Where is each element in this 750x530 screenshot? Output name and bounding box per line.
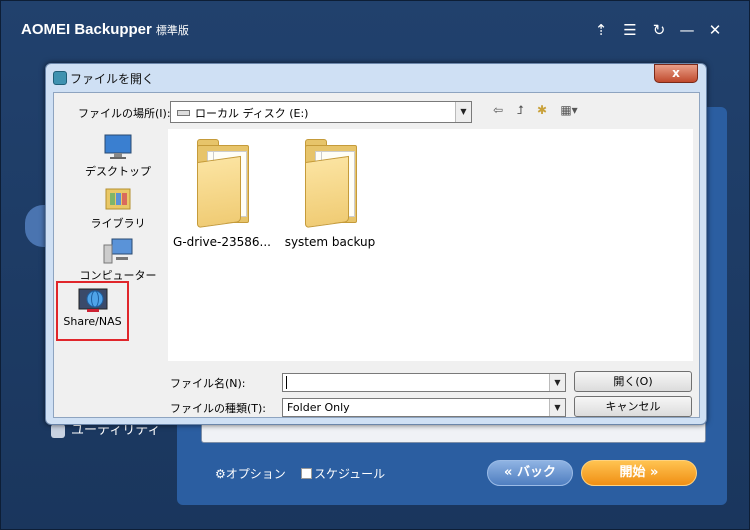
gear-icon: ⚙	[215, 467, 226, 481]
place-share-nas[interactable]: Share/NAS	[56, 281, 129, 341]
chevron-down-icon[interactable]: ▼	[455, 102, 471, 122]
options-link[interactable]: ⚙オプション	[215, 465, 286, 482]
file-item[interactable]: system backup	[278, 137, 382, 249]
location-label: ファイルの場所(I):	[78, 107, 171, 120]
schedule-checkbox[interactable]: スケジュール	[301, 465, 385, 482]
close-icon[interactable]: ✕	[705, 19, 725, 41]
dialog-body: ファイルの場所(I): ローカル ディスク (E:) ▼ ⇦ ⮥ ✱ ▦▾ デス…	[53, 92, 700, 418]
location-dropdown[interactable]: ローカル ディスク (E:) ▼	[170, 101, 472, 123]
library-icon	[105, 188, 131, 210]
menu-icon[interactable]: ☰	[620, 19, 640, 41]
dialog-title: ファイルを開く	[70, 72, 155, 86]
dialog-app-icon	[53, 71, 67, 85]
file-list: G-drive-23586... system backup	[168, 129, 693, 361]
back-button[interactable]: « バック	[487, 460, 573, 486]
back-arrow-icon[interactable]: ⇦	[490, 102, 506, 118]
up-folder-icon[interactable]: ⮥	[512, 102, 528, 118]
app-title: AOMEI Backupper 標準版	[21, 21, 189, 38]
dialog-close-button[interactable]: x	[654, 64, 698, 83]
filetype-dropdown[interactable]: Folder Only ▼	[282, 398, 566, 417]
open-file-dialog: ファイルを開く x ファイルの場所(I): ローカル ディスク (E:) ▼ ⇦…	[45, 63, 707, 425]
text-caret	[286, 376, 287, 389]
filename-label: ファイル名(N):	[170, 377, 246, 390]
places-bar: デスクトップ ライブラリ コンピューター Share/NAS	[56, 129, 162, 377]
file-name: system backup	[284, 235, 376, 249]
view-menu-icon[interactable]: ▦▾	[556, 102, 582, 118]
file-name: G-drive-23586...	[173, 235, 271, 249]
upgrade-icon[interactable]: ⇡	[591, 19, 611, 41]
utilities-icon	[51, 423, 65, 438]
network-globe-icon	[78, 288, 107, 312]
refresh-icon[interactable]: ↻	[649, 19, 669, 41]
place-computer[interactable]: コンピューター	[74, 237, 162, 283]
chevron-down-icon[interactable]: ▼	[549, 374, 565, 391]
filetype-label: ファイルの種類(T):	[170, 402, 267, 415]
checkbox-box[interactable]	[301, 468, 312, 479]
folder-icon	[299, 137, 361, 229]
desktop-icon	[104, 134, 132, 159]
file-item[interactable]: G-drive-23586...	[170, 137, 274, 249]
place-library[interactable]: ライブラリ	[74, 185, 162, 231]
open-button[interactable]: 開く(O)	[574, 371, 692, 392]
folder-icon	[191, 137, 253, 229]
minimize-icon[interactable]: —	[677, 19, 697, 41]
chevron-down-icon[interactable]: ▼	[549, 399, 565, 416]
computer-icon	[103, 238, 133, 264]
place-desktop[interactable]: デスクトップ	[74, 133, 162, 179]
drive-icon	[177, 110, 190, 116]
cancel-button[interactable]: キャンセル	[574, 396, 692, 417]
filename-input[interactable]: ▼	[282, 373, 566, 392]
new-folder-icon[interactable]: ✱	[534, 102, 550, 118]
start-button[interactable]: 開始 »	[581, 460, 697, 486]
